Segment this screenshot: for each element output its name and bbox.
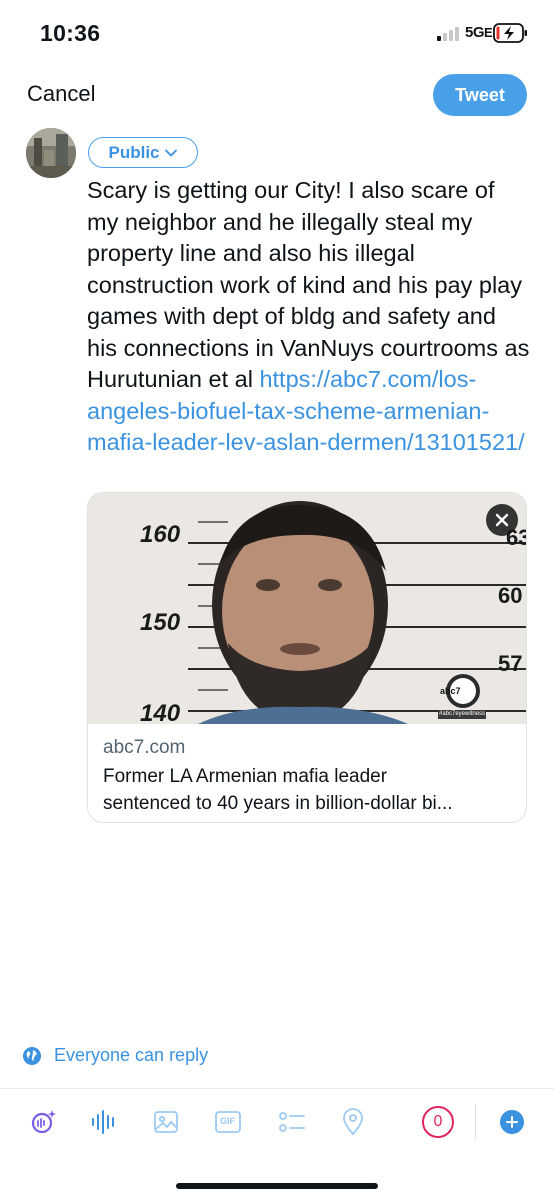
status-bar: 10:36 5GE bbox=[0, 0, 554, 64]
abc7-hashtag: #abc7eyewitness bbox=[439, 711, 486, 717]
audience-selector[interactable]: Public bbox=[88, 137, 198, 168]
character-counter: 0 bbox=[422, 1106, 454, 1138]
link-preview-image: 160 150 140 63 60 57 abc7 #abc7eyewitnes… bbox=[88, 493, 526, 724]
tweet-button[interactable]: Tweet bbox=[433, 74, 527, 116]
audience-label: Public bbox=[108, 142, 160, 162]
voice-waveform-icon[interactable] bbox=[90, 1108, 118, 1136]
mugshot-mark-160: 160 bbox=[140, 521, 181, 548]
chevron-down-icon bbox=[164, 149, 177, 156]
toolbar-divider bbox=[0, 1088, 554, 1089]
cancel-button[interactable]: Cancel bbox=[27, 81, 95, 107]
tweet-body-text: Scary is getting our City! I also scare … bbox=[87, 177, 530, 392]
home-indicator bbox=[176, 1183, 378, 1189]
gif-label: GIF bbox=[220, 1116, 235, 1126]
signal-bars-icon bbox=[437, 27, 461, 41]
mugshot-mark-60: 60 bbox=[498, 583, 523, 608]
globe-icon bbox=[23, 1046, 41, 1065]
avatar[interactable] bbox=[26, 128, 76, 178]
grok-sparkle-icon[interactable] bbox=[30, 1108, 58, 1136]
status-time: 10:36 bbox=[40, 20, 101, 46]
toolbar-separator bbox=[475, 1104, 476, 1140]
mugshot-mark-57: 57 bbox=[498, 651, 523, 676]
remove-card-button[interactable] bbox=[486, 504, 518, 536]
location-icon[interactable] bbox=[339, 1108, 367, 1136]
card-title: Former LA Armenian mafia leader sentence… bbox=[103, 766, 453, 814]
close-icon bbox=[495, 513, 509, 527]
link-preview-card[interactable]: 160 150 140 63 60 57 abc7 #abc7eyewitnes… bbox=[87, 492, 527, 823]
tweet-text-input[interactable]: Scary is getting our City! I also scare … bbox=[87, 175, 532, 459]
poll-icon[interactable] bbox=[278, 1108, 306, 1136]
reply-setting-button[interactable]: Everyone can reply bbox=[22, 1045, 208, 1066]
battery-charging-icon bbox=[493, 23, 529, 43]
card-domain: abc7.com bbox=[103, 737, 186, 758]
abc7-logo: abc7 bbox=[440, 686, 461, 696]
gif-icon[interactable]: GIF bbox=[214, 1108, 242, 1136]
image-icon[interactable] bbox=[152, 1108, 180, 1136]
add-thread-button[interactable] bbox=[500, 1110, 524, 1134]
network-label: 5GE bbox=[465, 24, 493, 41]
reply-setting-label: Everyone can reply bbox=[54, 1045, 209, 1065]
mugshot-mark-150: 150 bbox=[140, 609, 181, 636]
mugshot-mark-140: 140 bbox=[140, 700, 181, 724]
add-thread-icon bbox=[506, 1116, 518, 1128]
